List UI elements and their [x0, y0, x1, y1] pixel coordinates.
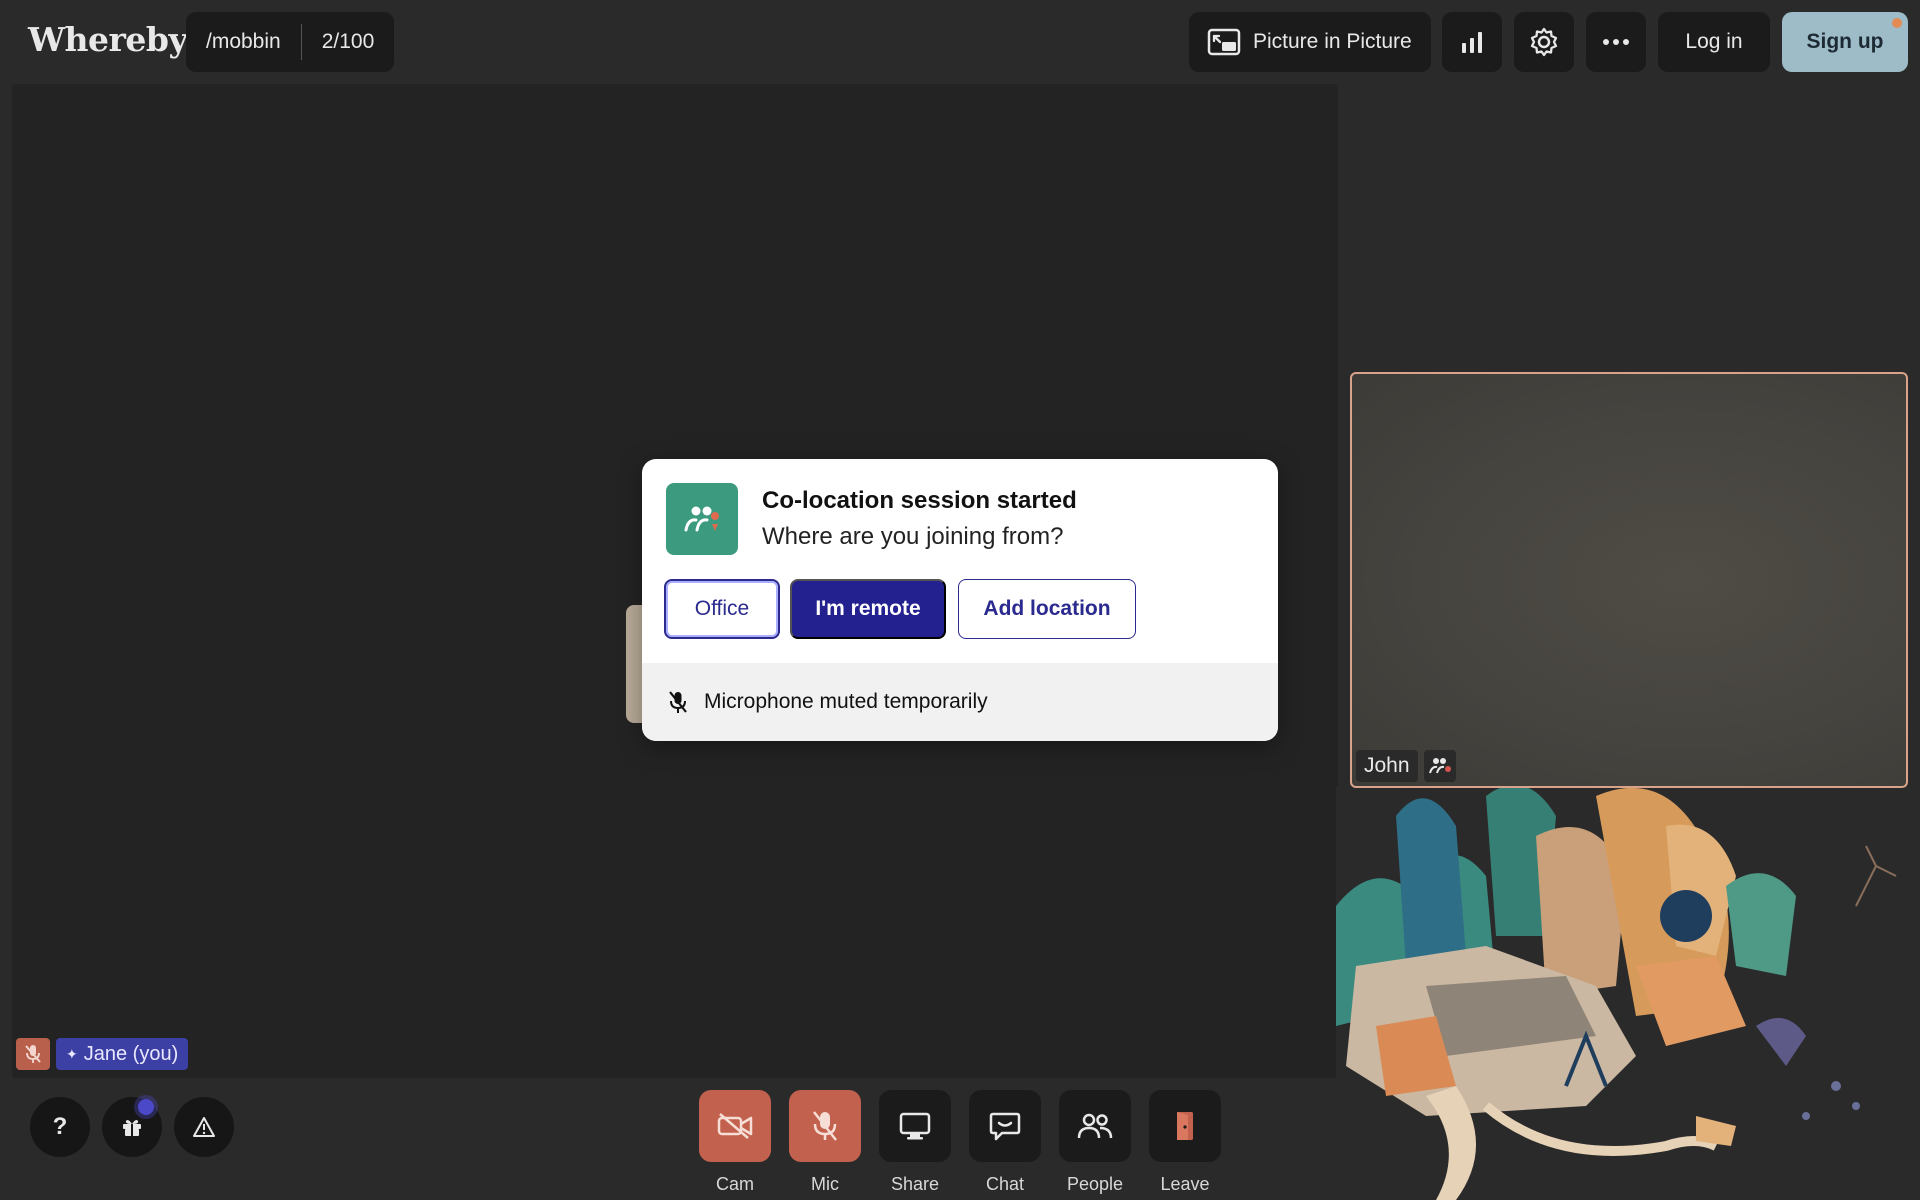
report-issue-button[interactable] [174, 1097, 234, 1157]
whereby-logo[interactable]: Whereby [28, 20, 188, 59]
remote-participant-name: John [1356, 750, 1418, 782]
picture-in-picture-icon [1207, 28, 1241, 56]
people-label: People [1066, 1174, 1124, 1194]
self-participant-tag: ✦ Jane (you) [16, 1038, 189, 1070]
cam-control[interactable]: Cam [699, 1090, 771, 1195]
gift-button[interactable] [102, 1097, 162, 1157]
co-location-dialog-icon [666, 483, 738, 555]
mic-off-icon [25, 1045, 41, 1063]
gift-icon [123, 1120, 141, 1136]
more-options-button[interactable] [1586, 12, 1646, 72]
chat-label: Chat [985, 1174, 1025, 1194]
people-location-icon [684, 506, 720, 532]
im-remote-button[interactable]: I'm remote [790, 579, 946, 639]
people-control[interactable]: People [1059, 1090, 1131, 1195]
cam-label: Cam [715, 1174, 754, 1194]
video-call-app: Whereby /mobbin 2/100 Picture in Picture [0, 0, 1920, 1200]
warning-icon [193, 1117, 215, 1137]
gear-icon [1530, 27, 1558, 57]
notification-dot [1892, 18, 1902, 28]
door-exit-icon [1177, 1112, 1193, 1140]
cam-button[interactable] [699, 1090, 771, 1162]
background-illustration [1336, 786, 1920, 1200]
mic-control[interactable]: Mic [789, 1090, 861, 1195]
screen-share-icon [899, 1112, 931, 1140]
dialog-subtitle: Where are you joining from? [762, 523, 1064, 550]
chat-icon [989, 1112, 1021, 1141]
network-stats-button[interactable] [1442, 12, 1502, 72]
people-location-icon [1428, 758, 1451, 774]
mic-button[interactable] [789, 1090, 861, 1162]
self-name-badge: ✦ Jane (you) [56, 1038, 189, 1070]
room-info: /mobbin 2/100 [186, 12, 395, 72]
participant-count: 2/100 [321, 30, 375, 53]
top-bar: Whereby /mobbin 2/100 Picture in Picture [0, 0, 1920, 84]
mic-muted-message: Microphone muted temporarily [704, 690, 988, 713]
add-location-button[interactable]: Add location [958, 579, 1136, 639]
office-button[interactable]: Office [664, 579, 780, 639]
mic-off-icon [813, 1111, 837, 1141]
help-question-mark: ? [52, 1113, 68, 1140]
bar-chart-icon [1462, 32, 1482, 53]
gift-notification-dot [138, 1099, 154, 1115]
chat-control[interactable]: Chat [969, 1090, 1041, 1195]
picture-in-picture-button[interactable]: Picture in Picture [1189, 12, 1431, 72]
remote-participant-tile[interactable]: John [1350, 372, 1908, 788]
self-name: Jane (you) [83, 1042, 179, 1065]
leave-label: Leave [1160, 1174, 1210, 1194]
chat-button[interactable] [969, 1090, 1041, 1162]
muted-mic-badge [16, 1038, 50, 1070]
share-label: Share [890, 1174, 940, 1194]
more-horizontal-icon [1603, 39, 1629, 45]
camera-off-icon [717, 1113, 753, 1139]
sparkle-icon: ✦ [66, 1045, 78, 1062]
settings-button[interactable] [1514, 12, 1574, 72]
picture-in-picture-label: Picture in Picture [1253, 30, 1412, 53]
dialog-title: Co-location session started [762, 487, 1077, 514]
decorative-illustration-art [1336, 786, 1920, 1200]
people-button[interactable] [1059, 1090, 1131, 1162]
co-location-icon [1423, 750, 1456, 782]
people-icon [1077, 1113, 1113, 1139]
room-name[interactable]: /mobbin [186, 12, 301, 72]
sign-up-label: Sign up [1806, 30, 1884, 53]
share-control[interactable]: Share [879, 1090, 951, 1195]
log-in-button[interactable]: Log in [1658, 12, 1770, 72]
share-button[interactable] [879, 1090, 951, 1162]
mic-off-icon [669, 691, 687, 713]
remote-participant-tag: John [1356, 750, 1456, 782]
help-button[interactable]: ? [30, 1097, 90, 1157]
leave-control[interactable]: Leave [1149, 1090, 1221, 1195]
leave-button[interactable] [1149, 1090, 1221, 1162]
sign-up-button[interactable]: Sign up [1782, 12, 1908, 72]
co-location-dialog: Co-location session started Where are yo… [642, 459, 1278, 741]
dialog-footer: Microphone muted temporarily [642, 663, 1278, 741]
mic-label: Mic [811, 1174, 839, 1194]
